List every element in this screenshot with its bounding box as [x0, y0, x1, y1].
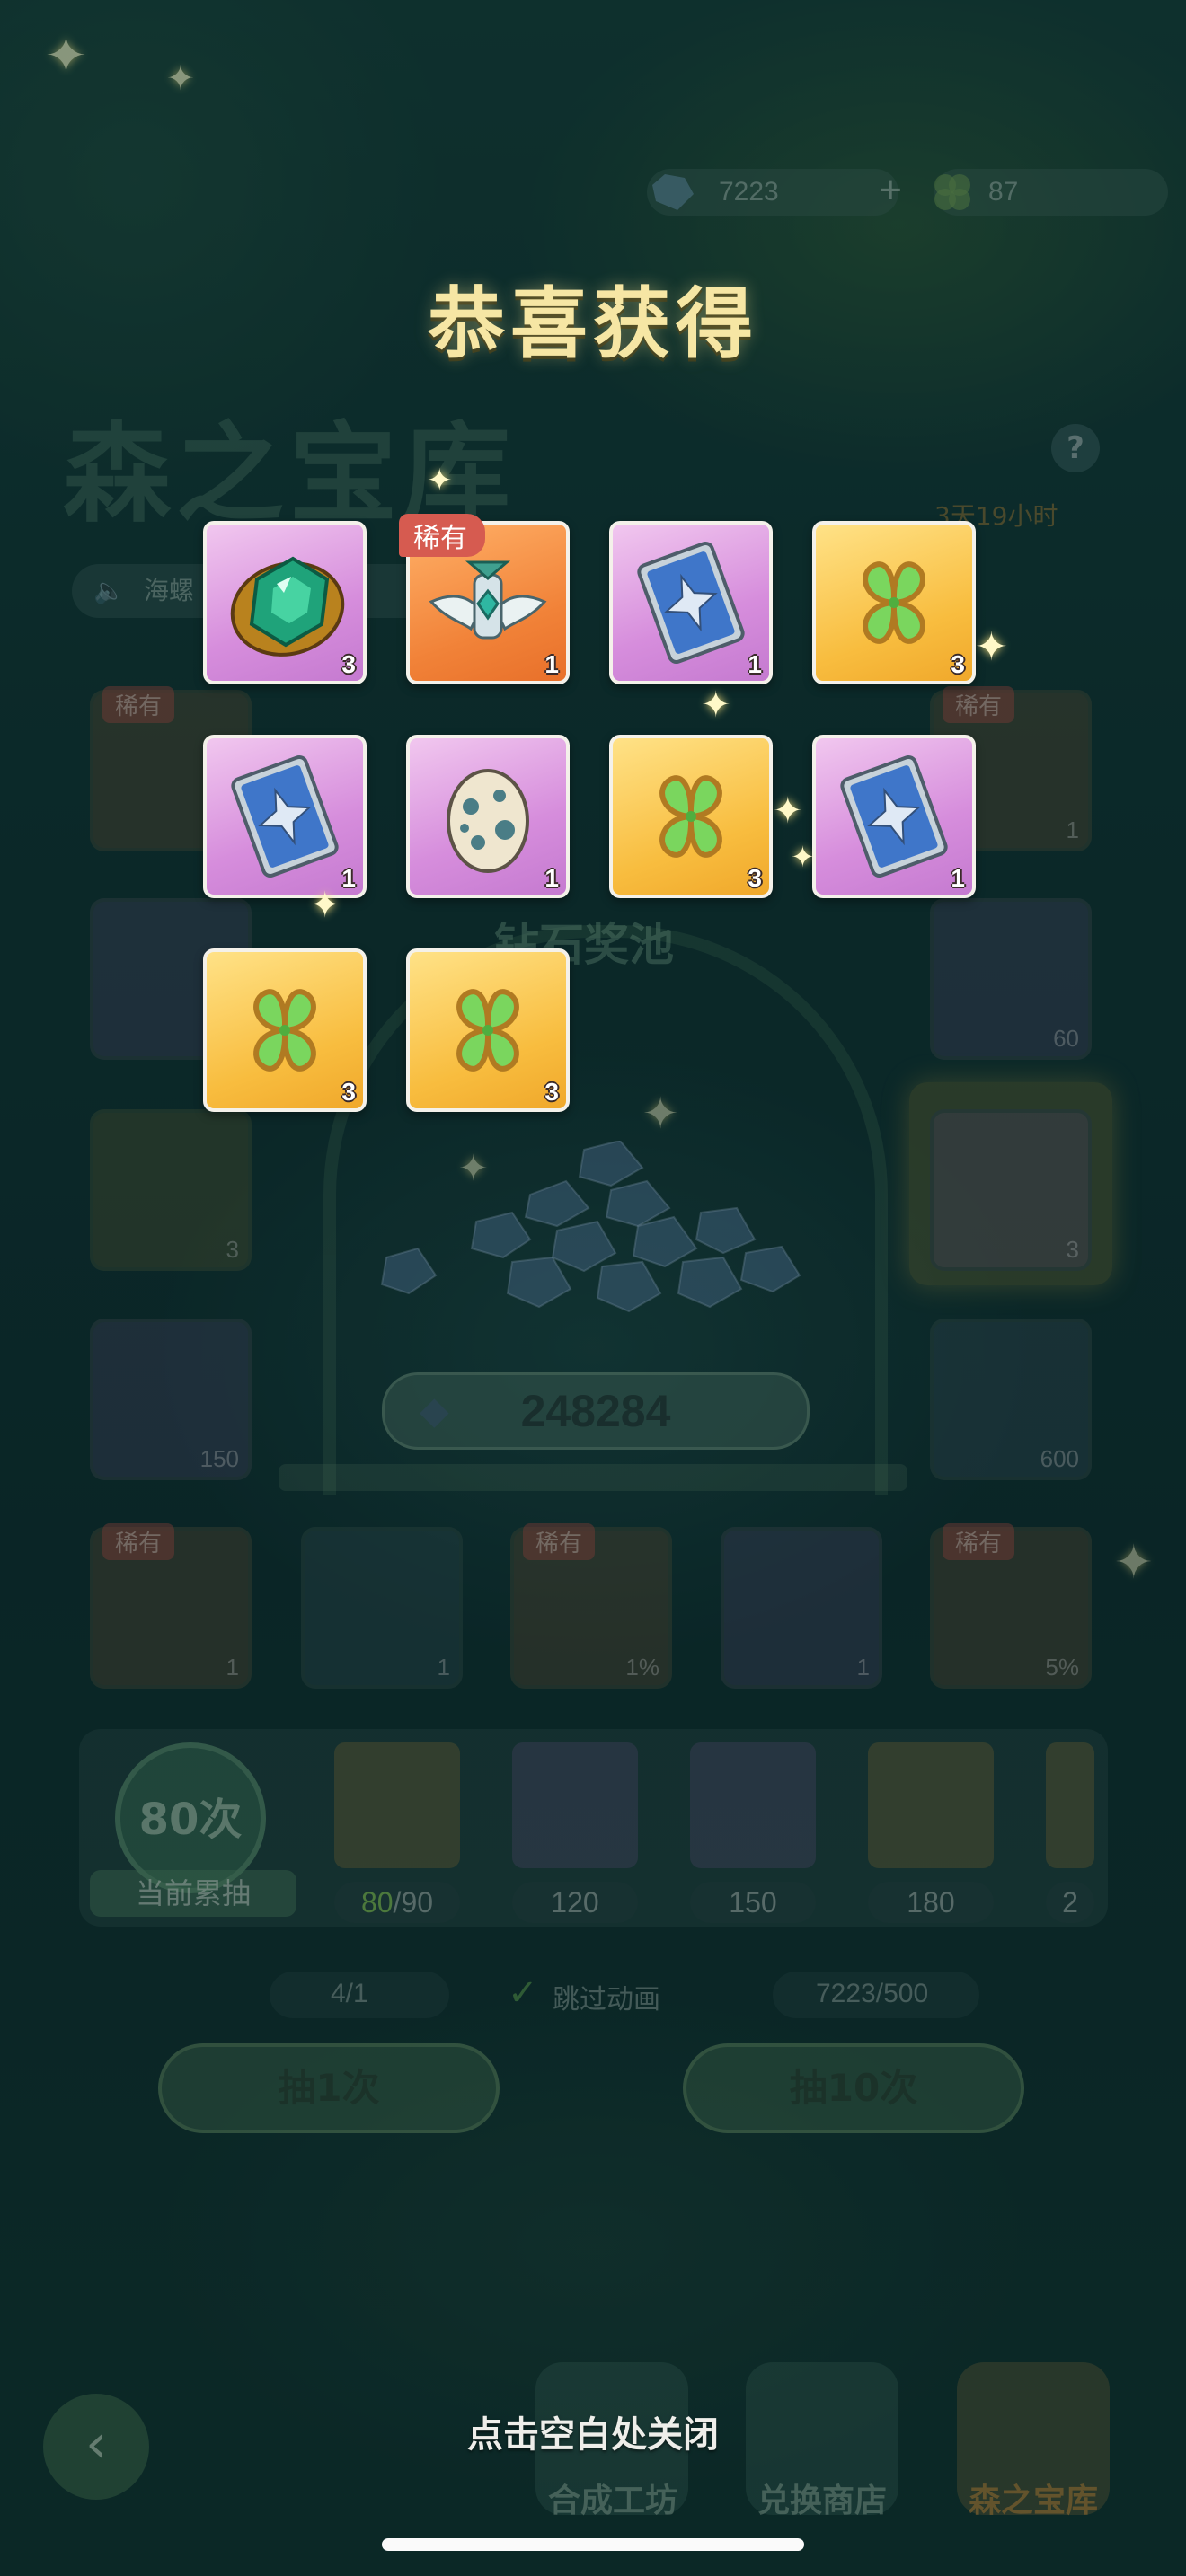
card-quantity: 1 [341, 864, 356, 892]
clover-icon [456, 989, 519, 1072]
sparkle-icon: ✦ [310, 885, 341, 926]
popup-overlay[interactable] [0, 0, 1186, 2576]
reward-card: 1 [406, 735, 570, 898]
blue-card-icon [840, 754, 948, 878]
winged-emblem-icon [429, 560, 547, 640]
rare-badge: 稀有 [399, 514, 485, 557]
card-quantity: 1 [951, 864, 965, 892]
sparkle-icon: ✦ [791, 840, 815, 874]
blue-card-icon [231, 754, 339, 878]
reward-card: 1 [203, 735, 367, 898]
card-quantity: 3 [951, 650, 965, 678]
sparkle-icon: ✦ [1114, 1536, 1154, 1590]
clover-icon [863, 561, 925, 644]
card-quantity: 3 [341, 650, 356, 678]
sparkle-icon: ✦ [701, 684, 731, 726]
sparkle-icon: ✦ [166, 58, 195, 98]
sparkle-icon: ✦ [975, 624, 1008, 670]
card-quantity: 3 [341, 1078, 356, 1106]
reward-card: 3 [406, 948, 570, 1112]
emerald-gem-icon [230, 556, 345, 657]
sparkle-icon: ✦ [45, 27, 87, 85]
blue-card-icon [637, 541, 745, 665]
reward-card: 3 [203, 948, 367, 1112]
card-quantity: 1 [544, 864, 559, 892]
home-indicator[interactable] [382, 2538, 804, 2551]
reward-card: 1 [812, 735, 976, 898]
card-quantity: 3 [748, 864, 762, 892]
card-quantity: 1 [748, 650, 762, 678]
sparkle-icon: ✦ [773, 790, 803, 832]
reward-card: 3 [812, 521, 976, 684]
sparkle-icon: ✦ [642, 1089, 679, 1139]
reward-card: 3 [203, 521, 367, 684]
card-quantity: 1 [544, 650, 559, 678]
reward-card: 1 [609, 521, 773, 684]
clover-icon [659, 775, 722, 858]
reward-card: 3 [609, 735, 773, 898]
sparkle-icon: ✦ [427, 463, 453, 498]
spotted-egg-icon [447, 769, 529, 873]
close-hint[interactable]: 点击空白处关闭 [0, 2405, 1186, 2457]
sparkle-icon: ✦ [458, 1148, 489, 1189]
popup-title: 恭喜获得 [428, 279, 758, 369]
clover-icon [253, 989, 316, 1072]
card-quantity: 3 [544, 1078, 559, 1106]
reward-card: 稀有 1 [399, 514, 570, 684]
